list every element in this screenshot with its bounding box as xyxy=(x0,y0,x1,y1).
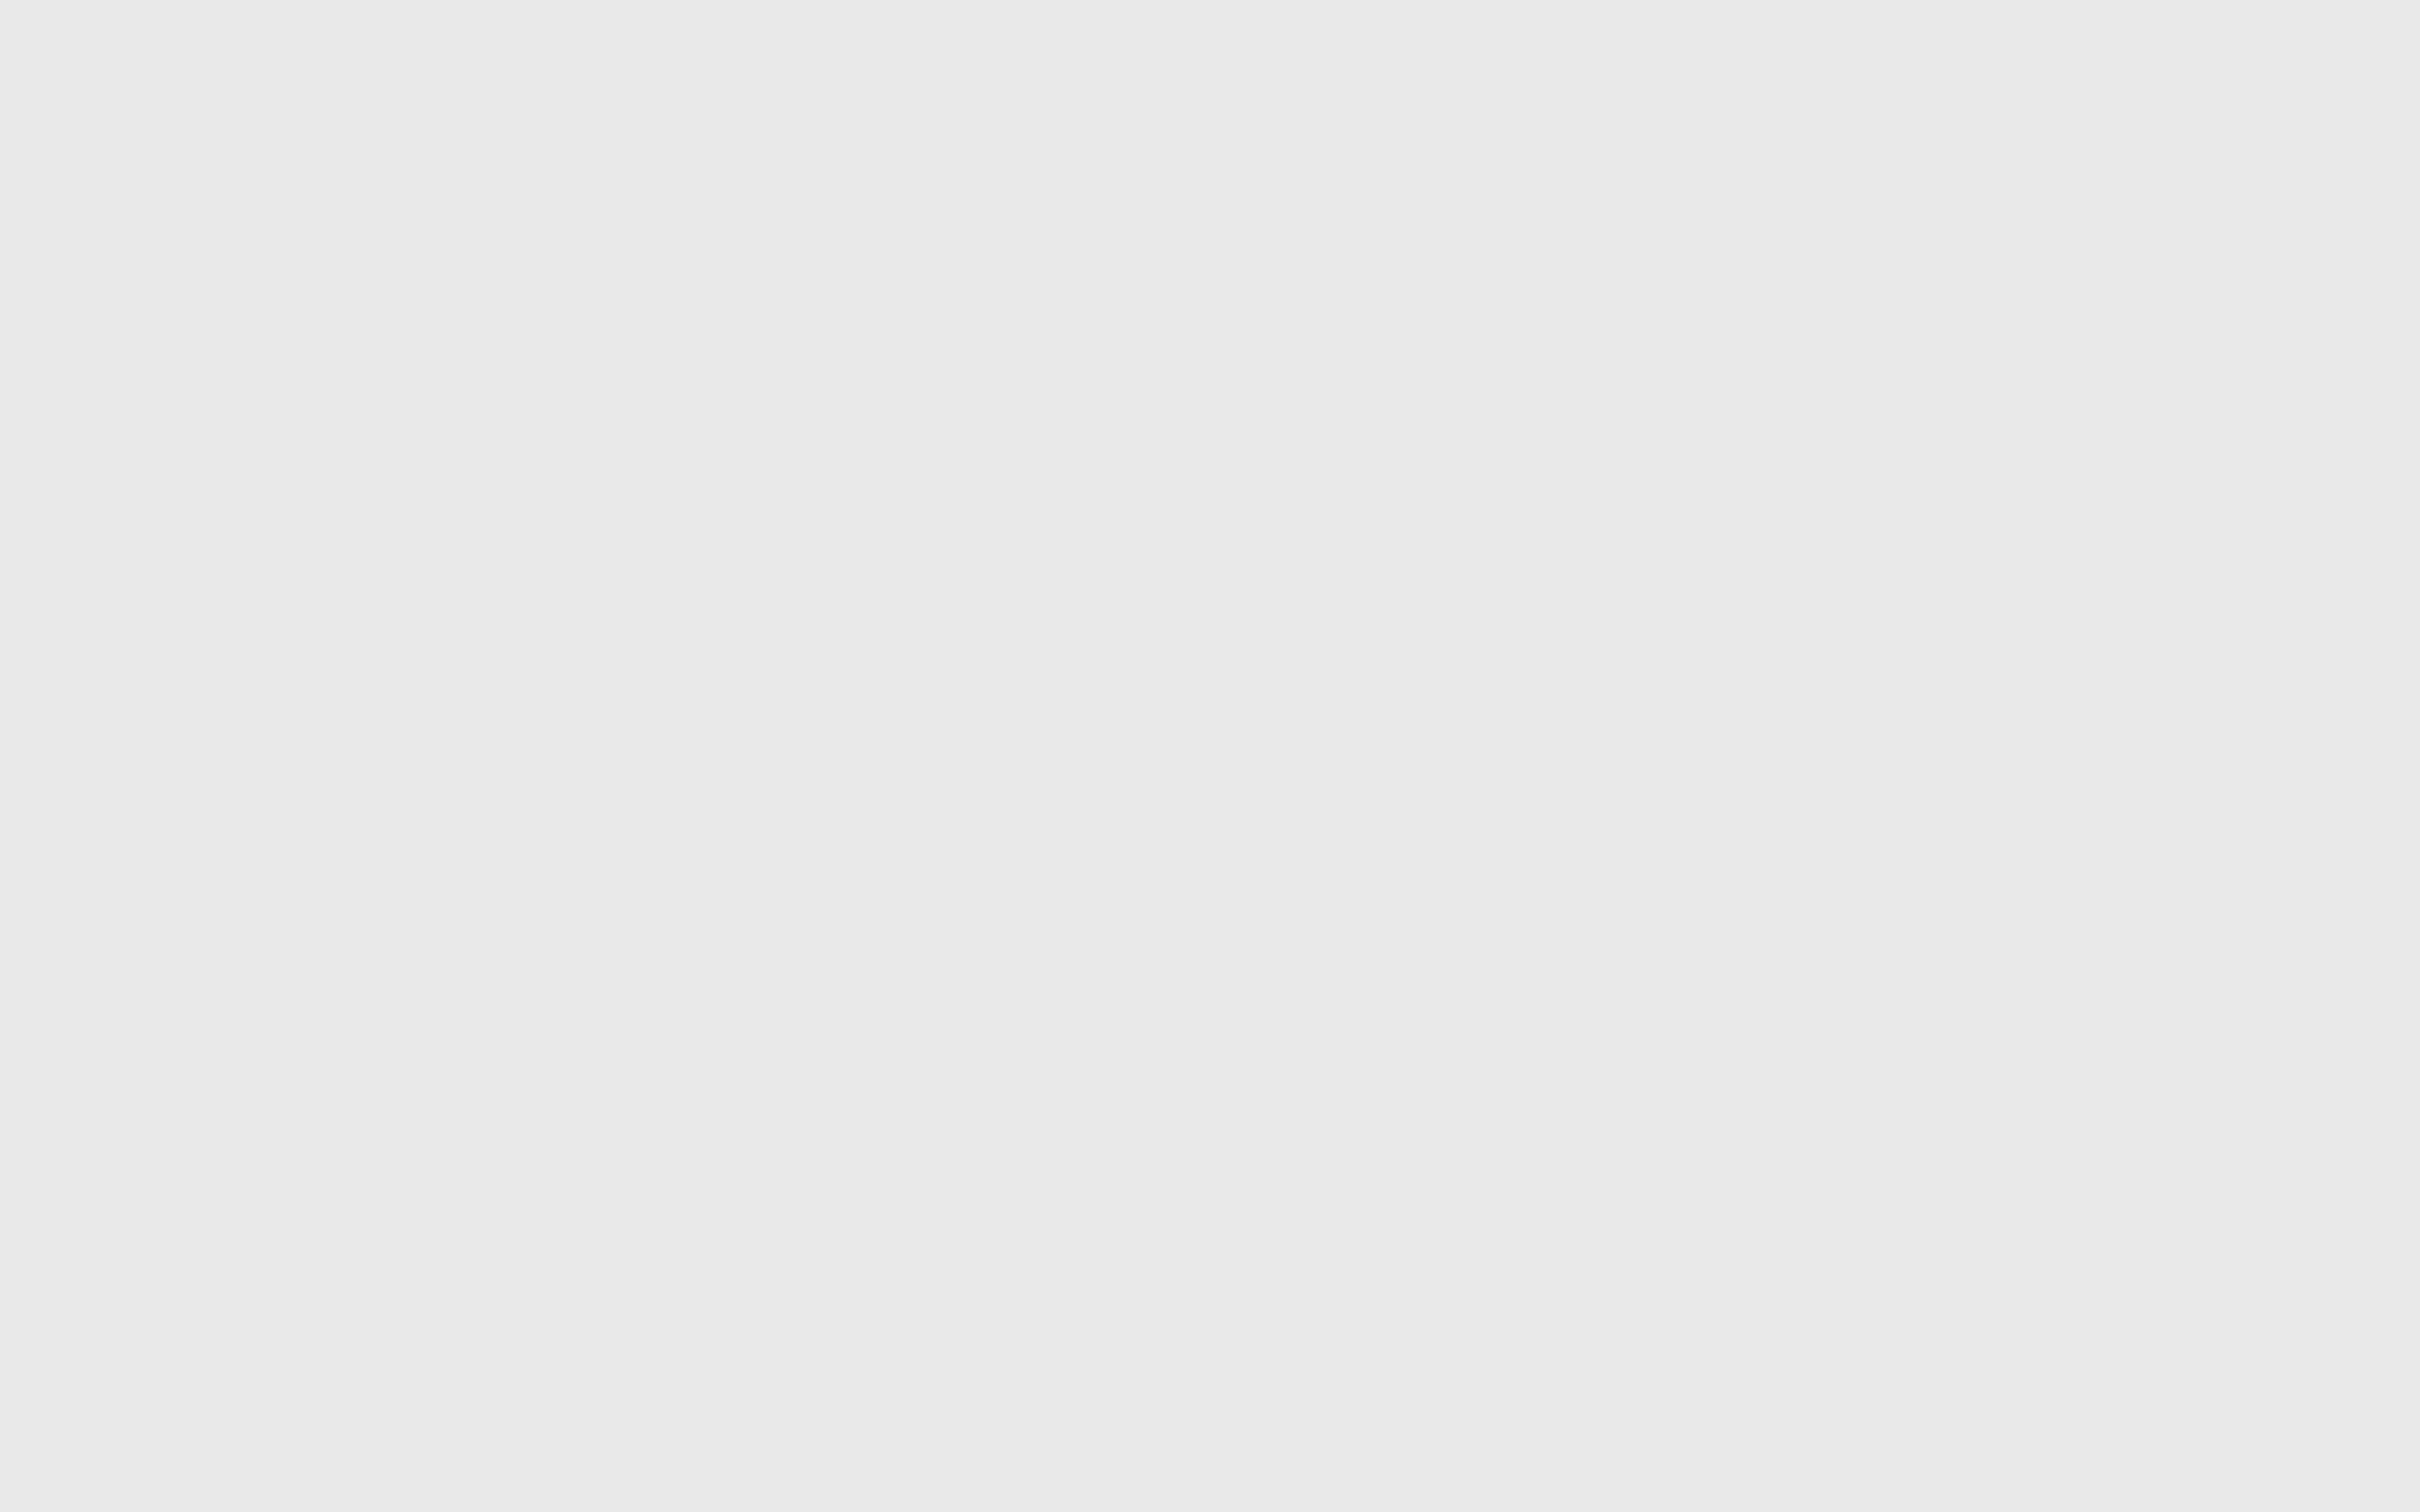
kaleidoscope-canvas xyxy=(0,0,2420,1512)
mirror-copy-bottom-left xyxy=(0,756,1210,1512)
mirror-copy-top-right xyxy=(1210,0,2420,756)
mirror-copy-top-left xyxy=(0,0,1210,756)
original-screenshot xyxy=(1210,756,2420,1512)
